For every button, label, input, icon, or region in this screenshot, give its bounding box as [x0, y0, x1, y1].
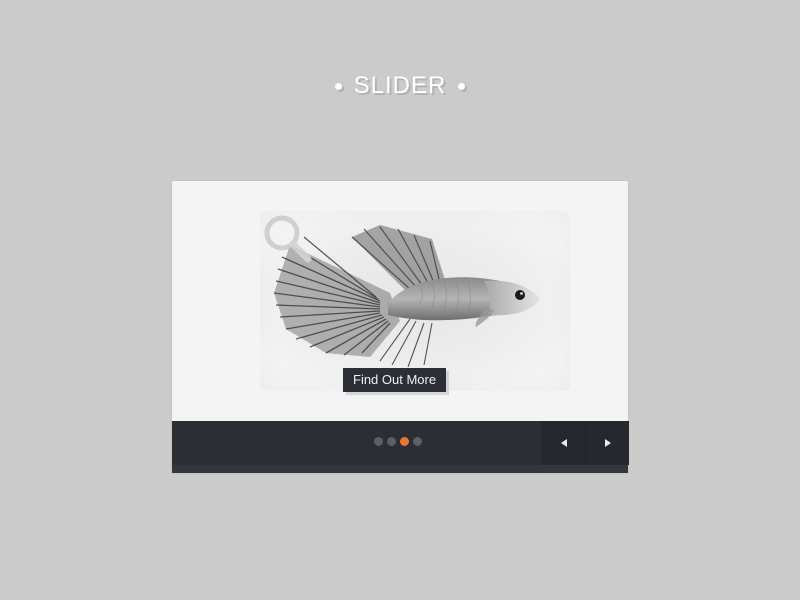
title-dot-right	[458, 82, 466, 90]
pager-dot-2[interactable]	[387, 437, 396, 446]
page-title: SLIDER	[0, 68, 800, 104]
slider-control-bar	[172, 421, 629, 465]
pager-dot-1[interactable]	[374, 437, 383, 446]
control-bar-base	[172, 465, 628, 473]
pager-dot-3-active[interactable]	[400, 437, 409, 446]
slide-viewport: Find Out More	[172, 181, 628, 421]
slide-image-betta-fish[interactable]	[260, 211, 570, 391]
slide-pager	[374, 437, 422, 449]
triangle-left-icon	[560, 439, 567, 447]
title-dot-left	[334, 82, 342, 90]
next-slide-button[interactable]	[586, 421, 629, 465]
pager-dot-4[interactable]	[413, 437, 422, 446]
page-title-text: SLIDER	[353, 72, 447, 99]
triangle-right-icon	[604, 439, 611, 447]
zoom-magnifier-icon[interactable]	[260, 211, 316, 267]
previous-slide-button[interactable]	[542, 421, 585, 465]
find-out-more-button[interactable]: Find Out More	[343, 368, 447, 392]
image-slider: Find Out More	[172, 181, 629, 473]
